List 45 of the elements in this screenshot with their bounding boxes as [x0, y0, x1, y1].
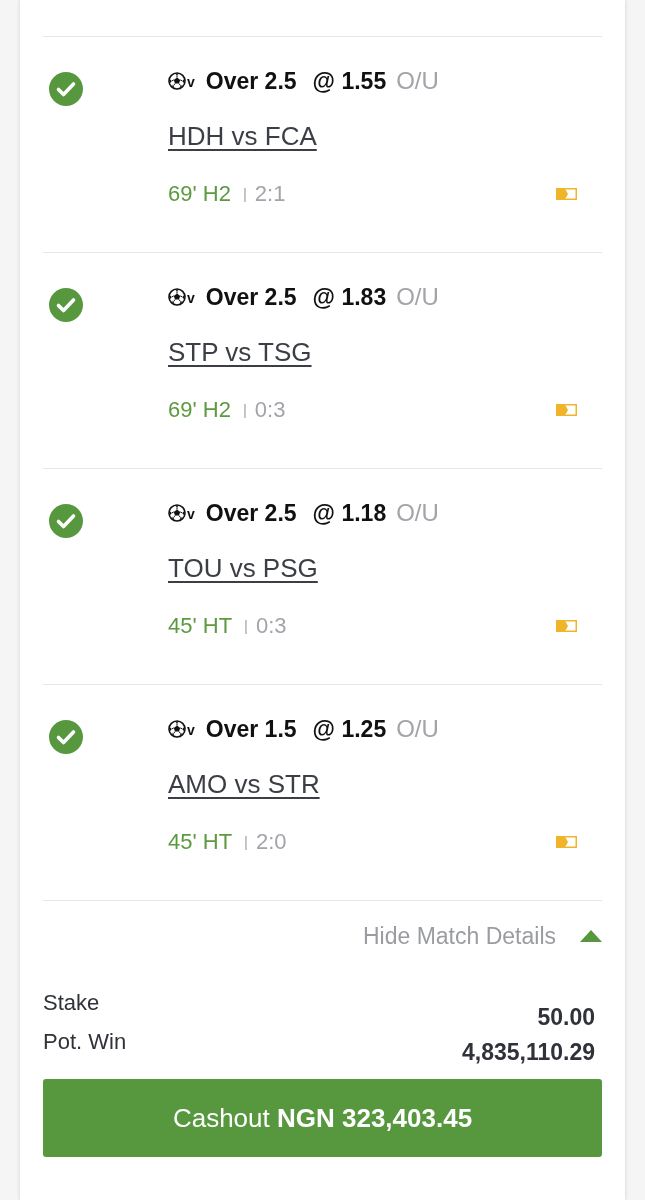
odds-label: @ 1.83	[312, 283, 387, 312]
summary-label: Pot. Win	[43, 1029, 127, 1056]
summary-value: 4,835,110.29	[461, 1039, 595, 1067]
summary-value: 50.00	[537, 1004, 595, 1032]
score-text: 0:3	[254, 397, 286, 423]
match-link[interactable]: TOU vs PSG	[168, 553, 318, 583]
odds-label: @ 1.18	[312, 499, 387, 528]
sport-suffix: v	[187, 73, 195, 92]
odds-label: @ 1.25	[312, 715, 387, 744]
score-text: 0:3	[256, 613, 287, 639]
soccer-ball-icon	[168, 72, 186, 90]
match-link[interactable]: HDH vs FCA	[168, 121, 317, 151]
sport-suffix: v	[187, 721, 195, 740]
selection-label: Over 2.5	[205, 283, 297, 312]
odds-label: @ 1.55	[312, 67, 387, 96]
sport-suffix: v	[187, 289, 195, 308]
market-label: O/U	[396, 66, 439, 96]
market-label: O/U	[396, 714, 439, 744]
match-clock: 45' HT	[168, 613, 233, 639]
soccer-ball-icon	[168, 504, 186, 522]
score-text: 2:1	[254, 181, 286, 207]
match-clock: 45' HT	[168, 829, 233, 855]
market-label: O/U	[396, 282, 439, 312]
sport-suffix: v	[187, 505, 195, 524]
summary-label: Stake	[43, 990, 101, 1017]
separator-text: |	[244, 832, 248, 852]
cashout-button[interactable]: Cashout NGN 323,403.45	[43, 1079, 602, 1157]
selection-label: Over 1.5	[205, 715, 297, 744]
match-link[interactable]: AMO vs STR	[168, 769, 320, 799]
soccer-ball-icon	[168, 288, 186, 306]
selection-label: Over 2.5	[205, 67, 297, 96]
score-text: 2:0	[256, 829, 287, 855]
match-link[interactable]: STP vs TSG	[168, 337, 312, 367]
tag-icon	[556, 404, 577, 416]
soccer-ball-icon	[168, 720, 186, 738]
separator-text: |	[242, 184, 247, 204]
separator-text: |	[242, 400, 247, 420]
match-clock: 69' H2	[168, 181, 231, 207]
separator-text: |	[244, 616, 248, 636]
market-label: O/U	[396, 498, 439, 528]
selection-label: Over 2.5	[205, 499, 297, 528]
tag-icon	[556, 620, 577, 632]
match-clock: 69' H2	[168, 397, 231, 423]
tag-icon	[556, 836, 577, 848]
tag-icon	[556, 188, 577, 200]
